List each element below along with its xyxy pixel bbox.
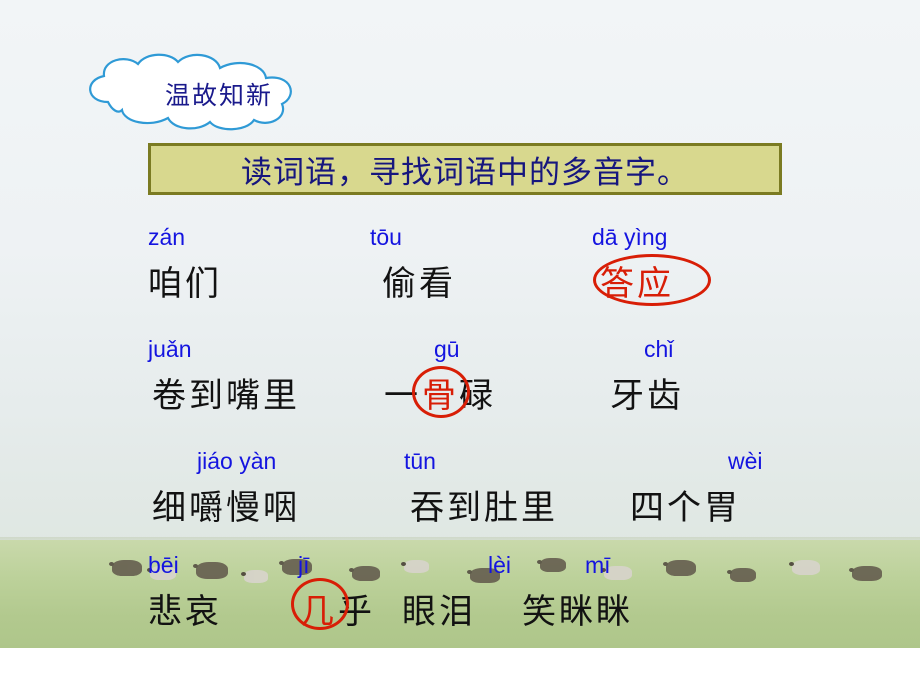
cloud-callout-label: 温故知新 [164, 83, 273, 110]
cow-silhouette [537, 558, 566, 572]
pinyin-label: juǎn [148, 336, 192, 362]
pinyin-label: zán [148, 224, 186, 250]
hanzi-word: 笑眯眯 [522, 594, 633, 631]
hanzi-word: 细嚼慢咽 [152, 490, 300, 527]
cow-silhouette [663, 560, 696, 576]
hanzi-word: 悲哀 [148, 594, 222, 631]
pinyin-label: lèi [488, 552, 512, 578]
hanzi-word: 四个胃 [630, 490, 741, 527]
page-title: 读词语，寻找词语中的多音字。 [241, 154, 689, 190]
cow-silhouette [241, 570, 268, 583]
hanzi-word: 一 [384, 378, 421, 415]
cow-silhouette [727, 568, 756, 582]
hanzi-word: 乎 [338, 594, 375, 631]
hanzi-word: 碌 [459, 378, 496, 415]
cow-silhouette [349, 566, 380, 581]
pinyin-label: gū [434, 336, 460, 362]
cow-silhouette [849, 566, 882, 581]
hanzi-word-highlighted: 答应 [600, 266, 674, 303]
cow-silhouette [193, 562, 228, 579]
pinyin-label: dā yìng [592, 224, 668, 250]
hanzi-word: 咱们 [148, 266, 222, 303]
hanzi-word: 眼泪 [402, 594, 476, 631]
hanzi-word: 卷到嘴里 [152, 378, 300, 415]
hanzi-word-highlighted: 几 [300, 594, 337, 631]
pinyin-label: mī [585, 552, 611, 578]
pinyin-label: chǐ [644, 336, 674, 362]
cow-silhouette [401, 560, 429, 573]
slide-bottom-band [0, 648, 920, 690]
pinyin-label: wèi [728, 448, 763, 474]
hanzi-word: 牙齿 [610, 378, 684, 415]
hanzi-word: 吞到肚里 [410, 490, 558, 527]
pinyin-label: tūn [404, 448, 436, 474]
pinyin-label: jiáo yàn [197, 448, 277, 474]
cow-silhouette [109, 560, 142, 576]
pinyin-label: tōu [370, 224, 402, 250]
cloud-callout: 温故知新 [78, 52, 348, 132]
pinyin-label: bēi [148, 552, 179, 578]
title-banner: 读词语，寻找词语中的多音字。 [148, 143, 782, 195]
slide-canvas: 温故知新 读词语，寻找词语中的多音字。 zán tōu dā yìng 咱们 偷看 答应 j… [0, 0, 920, 690]
cow-silhouette [789, 560, 820, 575]
hanzi-word-highlighted: 骨 [422, 378, 459, 415]
pinyin-label: jī [298, 552, 310, 578]
hanzi-word: 偷看 [382, 266, 456, 303]
